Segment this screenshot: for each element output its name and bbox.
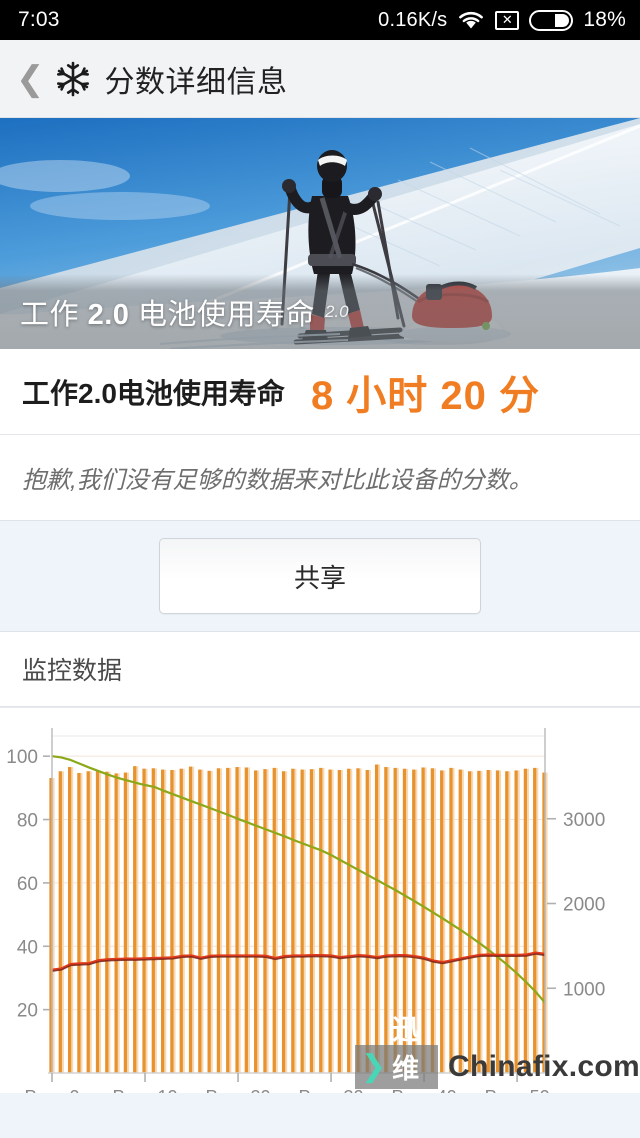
- svg-text:Pass 50: Pass 50: [485, 1087, 550, 1093]
- monitor-data-title: 监控数据: [22, 657, 123, 685]
- battery-icon: [529, 9, 574, 31]
- hero-title-version: 2.0: [87, 298, 130, 331]
- page-title: 分数详细信息: [104, 65, 288, 99]
- svg-text:100: 100: [6, 747, 38, 768]
- svg-text:3000: 3000: [563, 810, 605, 831]
- score-label: 工作2.0电池使用寿命: [22, 377, 285, 409]
- hero-overlay: 工作 2.0 电池使用寿命 2.0: [0, 274, 640, 349]
- share-area: 共享: [0, 521, 640, 631]
- monitor-data-header: 监控数据: [0, 631, 640, 707]
- snowflake-icon: [53, 59, 93, 99]
- svg-text:Pass 40: Pass 40: [392, 1087, 457, 1093]
- no-sim-icon: ✕: [495, 10, 520, 30]
- back-chevron-icon[interactable]: ❮: [16, 62, 45, 96]
- network-speed-label: 0.16K/s: [378, 8, 448, 31]
- comparison-note-text: 抱歉,我们没有足够的数据来对比此设备的分数。: [22, 467, 533, 494]
- svg-text:2000: 2000: [563, 895, 605, 916]
- battery-percent-label: 18%: [583, 8, 626, 31]
- svg-text:Pass 10: Pass 10: [112, 1087, 177, 1093]
- hero-title-prefix: 工作: [20, 298, 88, 331]
- score-value: 8 小时 20 分: [310, 373, 541, 418]
- hero-title: 工作 2.0 电池使用寿命: [20, 291, 315, 333]
- svg-text:Pass 0: Pass 0: [24, 1087, 79, 1093]
- svg-text:Pass 30: Pass 30: [299, 1087, 364, 1093]
- svg-text:60: 60: [17, 874, 38, 895]
- svg-text:40: 40: [17, 937, 38, 958]
- share-button[interactable]: 共享: [159, 538, 481, 614]
- monitor-chart[interactable]: 20 40 60 80 100 1000 2000 3000 Pass 0 Pass 10 Pass…: [0, 708, 640, 1093]
- svg-text:Pass 20: Pass 20: [206, 1087, 271, 1093]
- score-row: 工作2.0电池使用寿命 8 小时 20 分: [0, 349, 640, 435]
- no-sim-glyph: ✕: [501, 12, 513, 27]
- svg-text:20: 20: [17, 1001, 38, 1022]
- monitor-chart-card[interactable]: 20 40 60 80 100 1000 2000 3000 Pass 0 Pass 10 Pass…: [0, 707, 640, 1093]
- wifi-icon: [457, 9, 485, 31]
- svg-text:1000: 1000: [563, 979, 605, 1000]
- share-button-label: 共享: [293, 562, 346, 593]
- comparison-note-row: 抱歉,我们没有足够的数据来对比此设备的分数。: [0, 435, 640, 521]
- hero-title-suffix: 电池使用寿命: [129, 298, 315, 331]
- hero-banner: 工作 2.0 电池使用寿命 2.0: [0, 118, 640, 349]
- svg-text:80: 80: [17, 811, 38, 832]
- app-bar: ❮ 分数详细信息: [0, 40, 640, 118]
- screen-root: 7:03 0.16K/s ✕ 18% ❮ 分数详细信息 工作 2.0 电池使用寿…: [0, 0, 640, 1138]
- status-clock: 7:03: [18, 8, 60, 31]
- status-bar: 7:03 0.16K/s ✕ 18%: [0, 0, 640, 40]
- hero-version-badge: 2.0: [324, 301, 349, 321]
